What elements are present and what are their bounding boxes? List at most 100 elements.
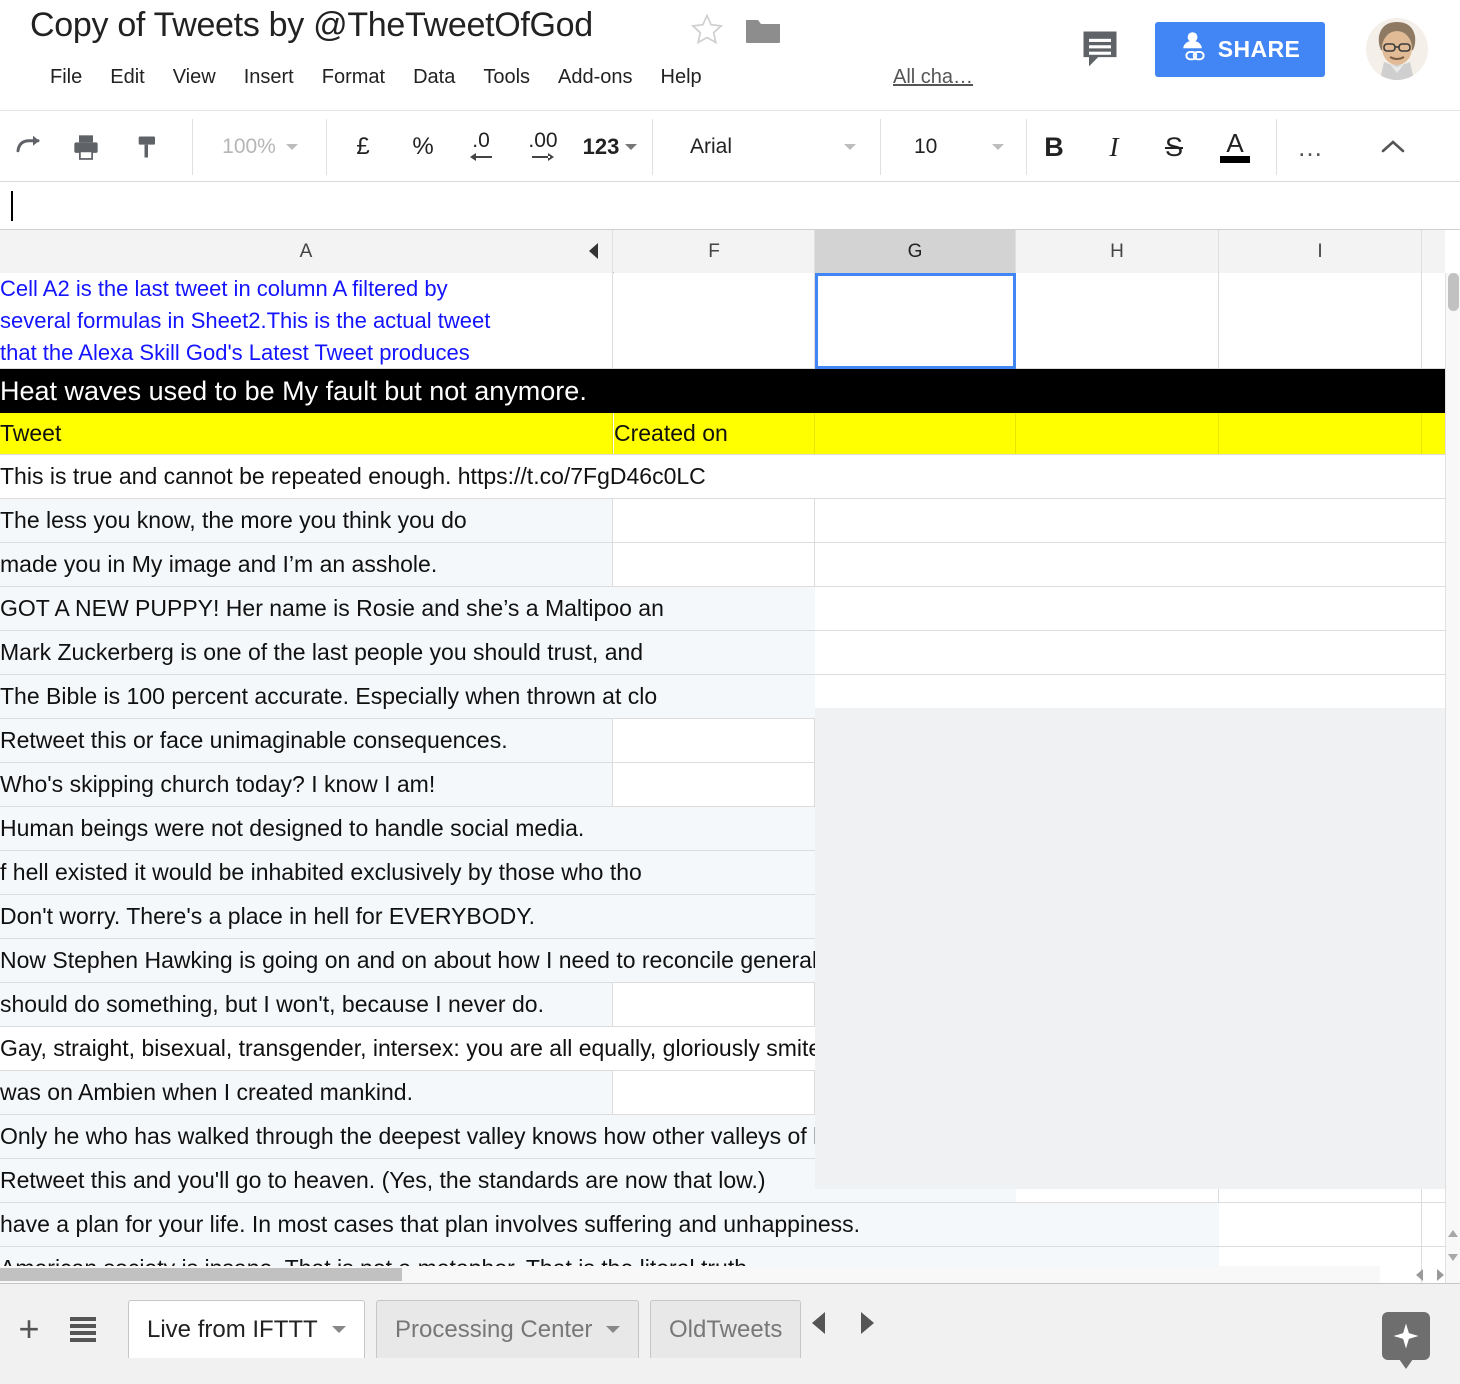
cell-j1[interactable]	[1422, 273, 1445, 368]
cell-a13[interactable]: f hell existed it would be inhabited exc…	[0, 851, 815, 894]
table-row[interactable]: The Bible is 100 percent accurate. Espec…	[0, 675, 1445, 719]
menu-add-ons[interactable]: Add-ons	[544, 62, 647, 93]
cell-a3[interactable]: Tweet	[0, 413, 613, 454]
cell-f16[interactable]	[614, 983, 815, 1026]
italic-button[interactable]: I	[1092, 125, 1136, 169]
table-row[interactable]: f hell existed it would be inhabited exc…	[0, 851, 1445, 895]
font-size-selector[interactable]: 10	[894, 125, 1024, 169]
cell-f6[interactable]	[614, 543, 815, 586]
cell-a18[interactable]: was on Ambien when I created mankind.	[0, 1071, 613, 1114]
cell-i3[interactable]	[1219, 413, 1422, 454]
column-header-g[interactable]: G	[815, 230, 1016, 273]
currency-format-button[interactable]: £	[340, 125, 386, 169]
star-icon[interactable]	[690, 12, 724, 46]
cell-a4[interactable]: This is true and cannot be repeated enou…	[0, 455, 1445, 498]
cell-a5[interactable]: The less you know, the more you think yo…	[0, 499, 613, 542]
cell-a14[interactable]: Don't worry. There's a place in hell for…	[0, 895, 815, 938]
table-row[interactable]: Now Stephen Hawking is going on and on a…	[0, 939, 1445, 983]
cell-a11[interactable]: Who's skipping church today? I know I am…	[0, 763, 613, 806]
cell-a19[interactable]: Only he who has walked through the deepe…	[0, 1115, 1445, 1158]
cell-f18[interactable]	[614, 1071, 815, 1114]
table-row[interactable]: have a plan for your life. In most cases…	[0, 1203, 1445, 1247]
cell-a1[interactable]: Cell A2 is the last tweet in column A fi…	[0, 273, 613, 368]
explore-star-icon[interactable]	[1382, 1312, 1430, 1369]
cell-i18[interactable]	[1219, 1071, 1422, 1114]
cell-f5[interactable]	[614, 499, 815, 542]
sheet-tab-oldtweets[interactable]: OldTweets	[650, 1300, 802, 1358]
table-row[interactable]: Who's skipping church today? I know I am…	[0, 763, 1445, 807]
cell-j21[interactable]	[1422, 1203, 1445, 1246]
cell-a10[interactable]: Retweet this or face unimaginable conseq…	[0, 719, 613, 762]
table-row[interactable]: should do something, but I won't, becaus…	[0, 983, 1445, 1027]
zoom-selector[interactable]: 100%	[206, 125, 314, 169]
menu-format[interactable]: Format	[308, 62, 399, 93]
column-header-i[interactable]: I	[1219, 230, 1422, 273]
sheet-tab-live-from-ifttt[interactable]: Live from IFTTT	[128, 1300, 365, 1358]
cell-h18[interactable]	[1016, 1071, 1219, 1114]
cell-i20[interactable]	[1219, 1159, 1422, 1202]
menu-file[interactable]: File	[36, 62, 96, 93]
chevron-down-icon[interactable]	[606, 1326, 621, 1333]
cell-g1[interactable]	[815, 273, 1016, 368]
text-color-button[interactable]: A	[1212, 125, 1258, 169]
collapse-columns-left-arrow[interactable]	[589, 243, 598, 259]
cell-a20[interactable]: Retweet this and you'll go to heaven. (Y…	[0, 1159, 1016, 1202]
chevron-up-icon[interactable]	[1370, 125, 1416, 169]
column-header-a[interactable]: A	[0, 230, 613, 273]
table-row[interactable]: was on Ambien when I created mankind.	[0, 1071, 1445, 1115]
table-row[interactable]: Tweet Created on	[0, 413, 1445, 455]
cell-a21[interactable]: have a plan for your life. In most cases…	[0, 1203, 1219, 1246]
bold-button[interactable]: B	[1032, 125, 1076, 169]
cell-f1[interactable]	[614, 273, 815, 368]
table-row[interactable]: Gay, straight, bisexual, transgender, in…	[0, 1027, 1445, 1071]
table-row[interactable]: The less you know, the more you think yo…	[0, 499, 1445, 543]
paint-format-icon[interactable]	[126, 125, 170, 169]
cell-a7[interactable]: GOT A NEW PUPPY! Her name is Rosie and s…	[0, 587, 815, 630]
cell-g18[interactable]	[815, 1071, 1016, 1114]
scroll-right-arrow[interactable]	[1437, 1269, 1444, 1281]
sheet-tab-processing-center[interactable]: Processing Center	[376, 1300, 640, 1358]
formula-bar[interactable]	[0, 182, 1460, 230]
menu-data[interactable]: Data	[399, 62, 469, 93]
cell-j3[interactable]	[1422, 413, 1445, 454]
vertical-scrollbar[interactable]	[1445, 273, 1460, 1283]
menu-edit[interactable]: Edit	[96, 62, 158, 93]
table-row[interactable]: Cell A2 is the last tweet in column A fi…	[0, 273, 1445, 369]
increase-decimal-button[interactable]: .00	[514, 125, 572, 169]
more-formats-button[interactable]: 123	[574, 125, 646, 169]
percent-format-button[interactable]: %	[400, 125, 446, 169]
add-sheet-button[interactable]: +	[4, 1304, 54, 1354]
column-header-h[interactable]: H	[1016, 230, 1219, 273]
table-row[interactable]: Retweet this and you'll go to heaven. (Y…	[0, 1159, 1445, 1203]
decrease-decimal-button[interactable]: .0	[456, 125, 506, 169]
cell-j18[interactable]	[1422, 1071, 1445, 1114]
redo-icon[interactable]	[6, 125, 50, 169]
all-sheets-icon[interactable]	[58, 1304, 108, 1354]
horizontal-scrollbar-thumb[interactable]	[0, 1268, 402, 1281]
cell-f10[interactable]	[614, 719, 815, 762]
table-row[interactable]: made you in My image and I’m an asshole.	[0, 543, 1445, 587]
table-row[interactable]: Only he who has walked through the deepe…	[0, 1115, 1445, 1159]
cell-a9[interactable]: The Bible is 100 percent accurate. Espec…	[0, 675, 815, 718]
table-row[interactable]: Human beings were not designed to handle…	[0, 807, 1445, 851]
cell-a8[interactable]: Mark Zuckerberg is one of the last peopl…	[0, 631, 815, 674]
table-row[interactable]: Retweet this or face unimaginable conseq…	[0, 719, 1445, 763]
menu-view[interactable]: View	[159, 62, 230, 93]
all-changes-saved-link[interactable]: All cha…	[893, 66, 973, 89]
table-row[interactable]: Heat waves used to be My fault but not a…	[0, 369, 1445, 413]
cell-i16[interactable]	[1219, 983, 1422, 1026]
comment-icon[interactable]	[1078, 26, 1122, 70]
avatar[interactable]	[1366, 18, 1428, 80]
column-header-f[interactable]: F	[614, 230, 815, 273]
cell-h20[interactable]	[1016, 1159, 1219, 1202]
strikethrough-button[interactable]: S	[1152, 125, 1196, 169]
share-button[interactable]: SHARE	[1155, 22, 1325, 77]
cell-f11[interactable]	[614, 763, 815, 806]
cell-j20[interactable]	[1422, 1159, 1445, 1202]
previous-sheet-arrow[interactable]	[812, 1312, 825, 1334]
scroll-up-arrow[interactable]	[1448, 1230, 1458, 1237]
horizontal-scrollbar[interactable]	[0, 1266, 1380, 1283]
table-row[interactable]: Mark Zuckerberg is one of the last peopl…	[0, 631, 1445, 675]
print-icon[interactable]	[64, 125, 108, 169]
table-row[interactable]: Don't worry. There's a place in hell for…	[0, 895, 1445, 939]
